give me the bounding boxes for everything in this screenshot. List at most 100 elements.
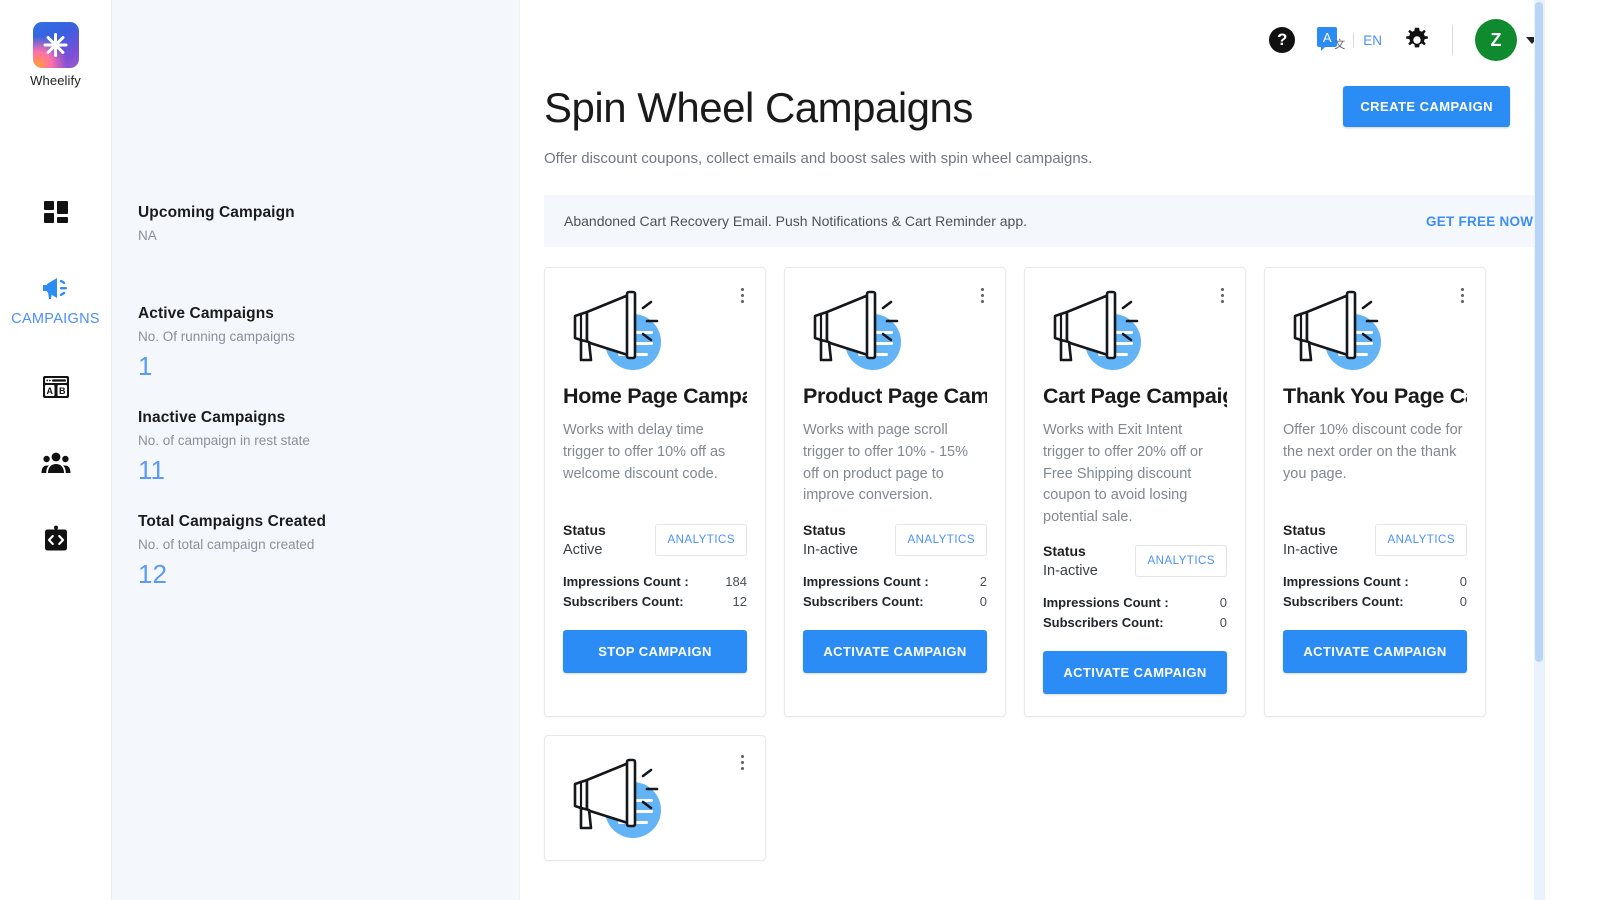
sidebar-item-label: CAMPAIGNS <box>11 311 100 327</box>
topbar: ? A 文 EN Z <box>1269 0 1552 80</box>
promo-banner-text: Abandoned Cart Recovery Email. Push Noti… <box>564 213 1027 229</box>
stat-active-campaigns: Active Campaigns No. Of running campaign… <box>138 305 519 379</box>
audience-users-icon <box>40 447 72 479</box>
scrollbar-thumb[interactable] <box>1535 2 1543 662</box>
campaign-card[interactable]: Home Page Campaign Works with delay time… <box>544 267 766 717</box>
campaign-action-button[interactable]: ACTIVATE CAMPAIGN <box>803 630 987 673</box>
more-options-icon[interactable] <box>733 752 751 774</box>
subscribers-label: Subscribers Count: <box>1283 594 1404 609</box>
campaign-status-row: Status In-active ANALYTICS <box>1283 522 1467 558</box>
sidebar-item-audience[interactable] <box>0 447 111 479</box>
analytics-button[interactable]: ANALYTICS <box>895 524 987 556</box>
megaphone-announcement-icon <box>1045 288 1153 370</box>
campaign-metrics: Impressions Count : 0 Subscribers Count:… <box>1283 574 1467 609</box>
campaign-metrics: Impressions Count : 0 Subscribers Count:… <box>1043 595 1227 630</box>
create-campaign-button[interactable]: CREATE CAMPAIGN <box>1343 86 1510 127</box>
impressions-label: Impressions Count : <box>563 574 689 589</box>
sidebar-item-campaigns[interactable]: CAMPAIGNS <box>0 272 111 327</box>
stat-subtitle: No. Of running campaigns <box>138 329 519 344</box>
campaign-status-row: Status In-active ANALYTICS <box>803 522 987 558</box>
campaign-action-button[interactable]: STOP CAMPAIGN <box>563 630 747 673</box>
impressions-label: Impressions Count : <box>1043 595 1169 610</box>
analytics-button[interactable]: ANALYTICS <box>655 524 747 556</box>
translate-glyph: 文 <box>1334 36 1345 52</box>
avatar: Z <box>1475 19 1517 61</box>
campaign-action-button[interactable]: ACTIVATE CAMPAIGN <box>1043 651 1227 694</box>
right-gutter <box>1544 0 1600 900</box>
subscribers-label: Subscribers Count: <box>563 594 684 609</box>
subscribers-label: Subscribers Count: <box>1043 615 1164 630</box>
more-options-icon[interactable] <box>1453 284 1471 306</box>
stat-inactive-campaigns: Inactive Campaigns No. of campaign in re… <box>138 409 519 483</box>
subscribers-value: 0 <box>1220 615 1227 630</box>
campaign-description: Works with Exit Intent trigger to offer … <box>1043 420 1227 529</box>
sidebar-item-ab-test[interactable]: A B <box>0 371 111 403</box>
sidebar-item-embed-code[interactable] <box>0 523 111 555</box>
campaign-action-button[interactable]: ACTIVATE CAMPAIGN <box>1283 630 1467 673</box>
subscribers-label: Subscribers Count: <box>803 594 924 609</box>
spin-wheel-logo-icon <box>33 22 79 68</box>
campaign-status-row: Status Active ANALYTICS <box>563 522 747 558</box>
status-value: In-active <box>1043 563 1098 579</box>
stat-value: 11 <box>138 457 519 483</box>
analytics-button[interactable]: ANALYTICS <box>1375 524 1467 556</box>
status-label: Status <box>1043 543 1098 559</box>
campaign-description: Works with page scroll trigger to offer … <box>803 420 987 508</box>
svg-text:B: B <box>58 386 65 396</box>
impressions-value: 0 <box>1220 595 1227 610</box>
more-options-icon[interactable] <box>1213 284 1231 306</box>
more-options-icon[interactable] <box>973 284 991 306</box>
subscribers-metric: Subscribers Count: 0 <box>1043 615 1227 630</box>
megaphone-announcement-icon <box>565 756 673 838</box>
more-options-icon[interactable] <box>733 284 751 306</box>
get-free-now-link[interactable]: GET FREE NOW! <box>1426 214 1538 229</box>
subscribers-value: 0 <box>1460 594 1467 609</box>
campaign-title: Cart Page Campaign <box>1043 384 1227 409</box>
megaphone-announcement-icon <box>565 288 673 370</box>
sidebar-item-dashboard[interactable] <box>0 196 111 228</box>
app-root: Wheelify <box>0 0 1600 900</box>
svg-text:A: A <box>46 386 53 396</box>
subscribers-metric: Subscribers Count: 0 <box>803 594 987 609</box>
stats-panel: Upcoming Campaign NA Active Campaigns No… <box>112 0 520 900</box>
megaphone-announcement-icon <box>1285 288 1393 370</box>
sidebar-nav: CAMPAIGNS A B <box>0 196 111 599</box>
subscribers-metric: Subscribers Count: 12 <box>563 594 747 609</box>
campaign-title: Product Page Campaign <box>803 384 987 409</box>
analytics-button[interactable]: ANALYTICS <box>1135 545 1227 577</box>
subscribers-value: 12 <box>733 594 747 609</box>
subscribers-value: 0 <box>980 594 987 609</box>
stat-value: 1 <box>138 353 519 379</box>
page-title: Spin Wheel Campaigns <box>544 86 1343 130</box>
stat-subtitle: No. of campaign in rest state <box>138 433 519 448</box>
status-value: In-active <box>803 542 858 558</box>
campaign-card[interactable]: Product Page Campaign Works with page sc… <box>784 267 1006 717</box>
app-logo-label: Wheelify <box>30 73 81 88</box>
translate-icon: A 文 <box>1317 27 1345 53</box>
campaign-card[interactable]: Thank You Page Campaign Offer 10% discou… <box>1264 267 1486 717</box>
help-question-icon[interactable]: ? <box>1269 27 1295 53</box>
gear-icon[interactable] <box>1404 27 1430 53</box>
campaign-card[interactable] <box>544 735 766 861</box>
page-subtitle: Offer discount coupons, collect emails a… <box>544 150 1600 167</box>
campaign-description: Offer 10% discount code for the next ord… <box>1283 420 1467 508</box>
app-logo[interactable]: Wheelify <box>30 22 81 88</box>
stat-value: 12 <box>138 561 519 587</box>
stat-title: Active Campaigns <box>138 305 519 323</box>
status-label: Status <box>1283 522 1338 538</box>
page-header: Spin Wheel Campaigns CREATE CAMPAIGN <box>544 86 1600 130</box>
stat-subtitle: No. of total campaign created <box>138 537 519 552</box>
translate-control[interactable]: A 文 EN <box>1317 27 1382 53</box>
impressions-label: Impressions Count : <box>1283 574 1409 589</box>
campaign-card[interactable]: Cart Page Campaign Works with Exit Inten… <box>1024 267 1246 717</box>
campaign-card-grid: Home Page Campaign Works with delay time… <box>544 267 1600 861</box>
stat-title: Upcoming Campaign <box>138 204 519 222</box>
stat-total-campaigns: Total Campaigns Created No. of total cam… <box>138 513 519 587</box>
status-label: Status <box>563 522 606 538</box>
vertical-scrollbar[interactable] <box>1534 0 1544 900</box>
language-label[interactable]: EN <box>1353 33 1382 48</box>
impressions-metric: Impressions Count : 2 <box>803 574 987 589</box>
promo-banner: Abandoned Cart Recovery Email. Push Noti… <box>544 195 1558 247</box>
status-value: Active <box>563 542 606 558</box>
user-menu[interactable]: Z <box>1475 19 1538 61</box>
